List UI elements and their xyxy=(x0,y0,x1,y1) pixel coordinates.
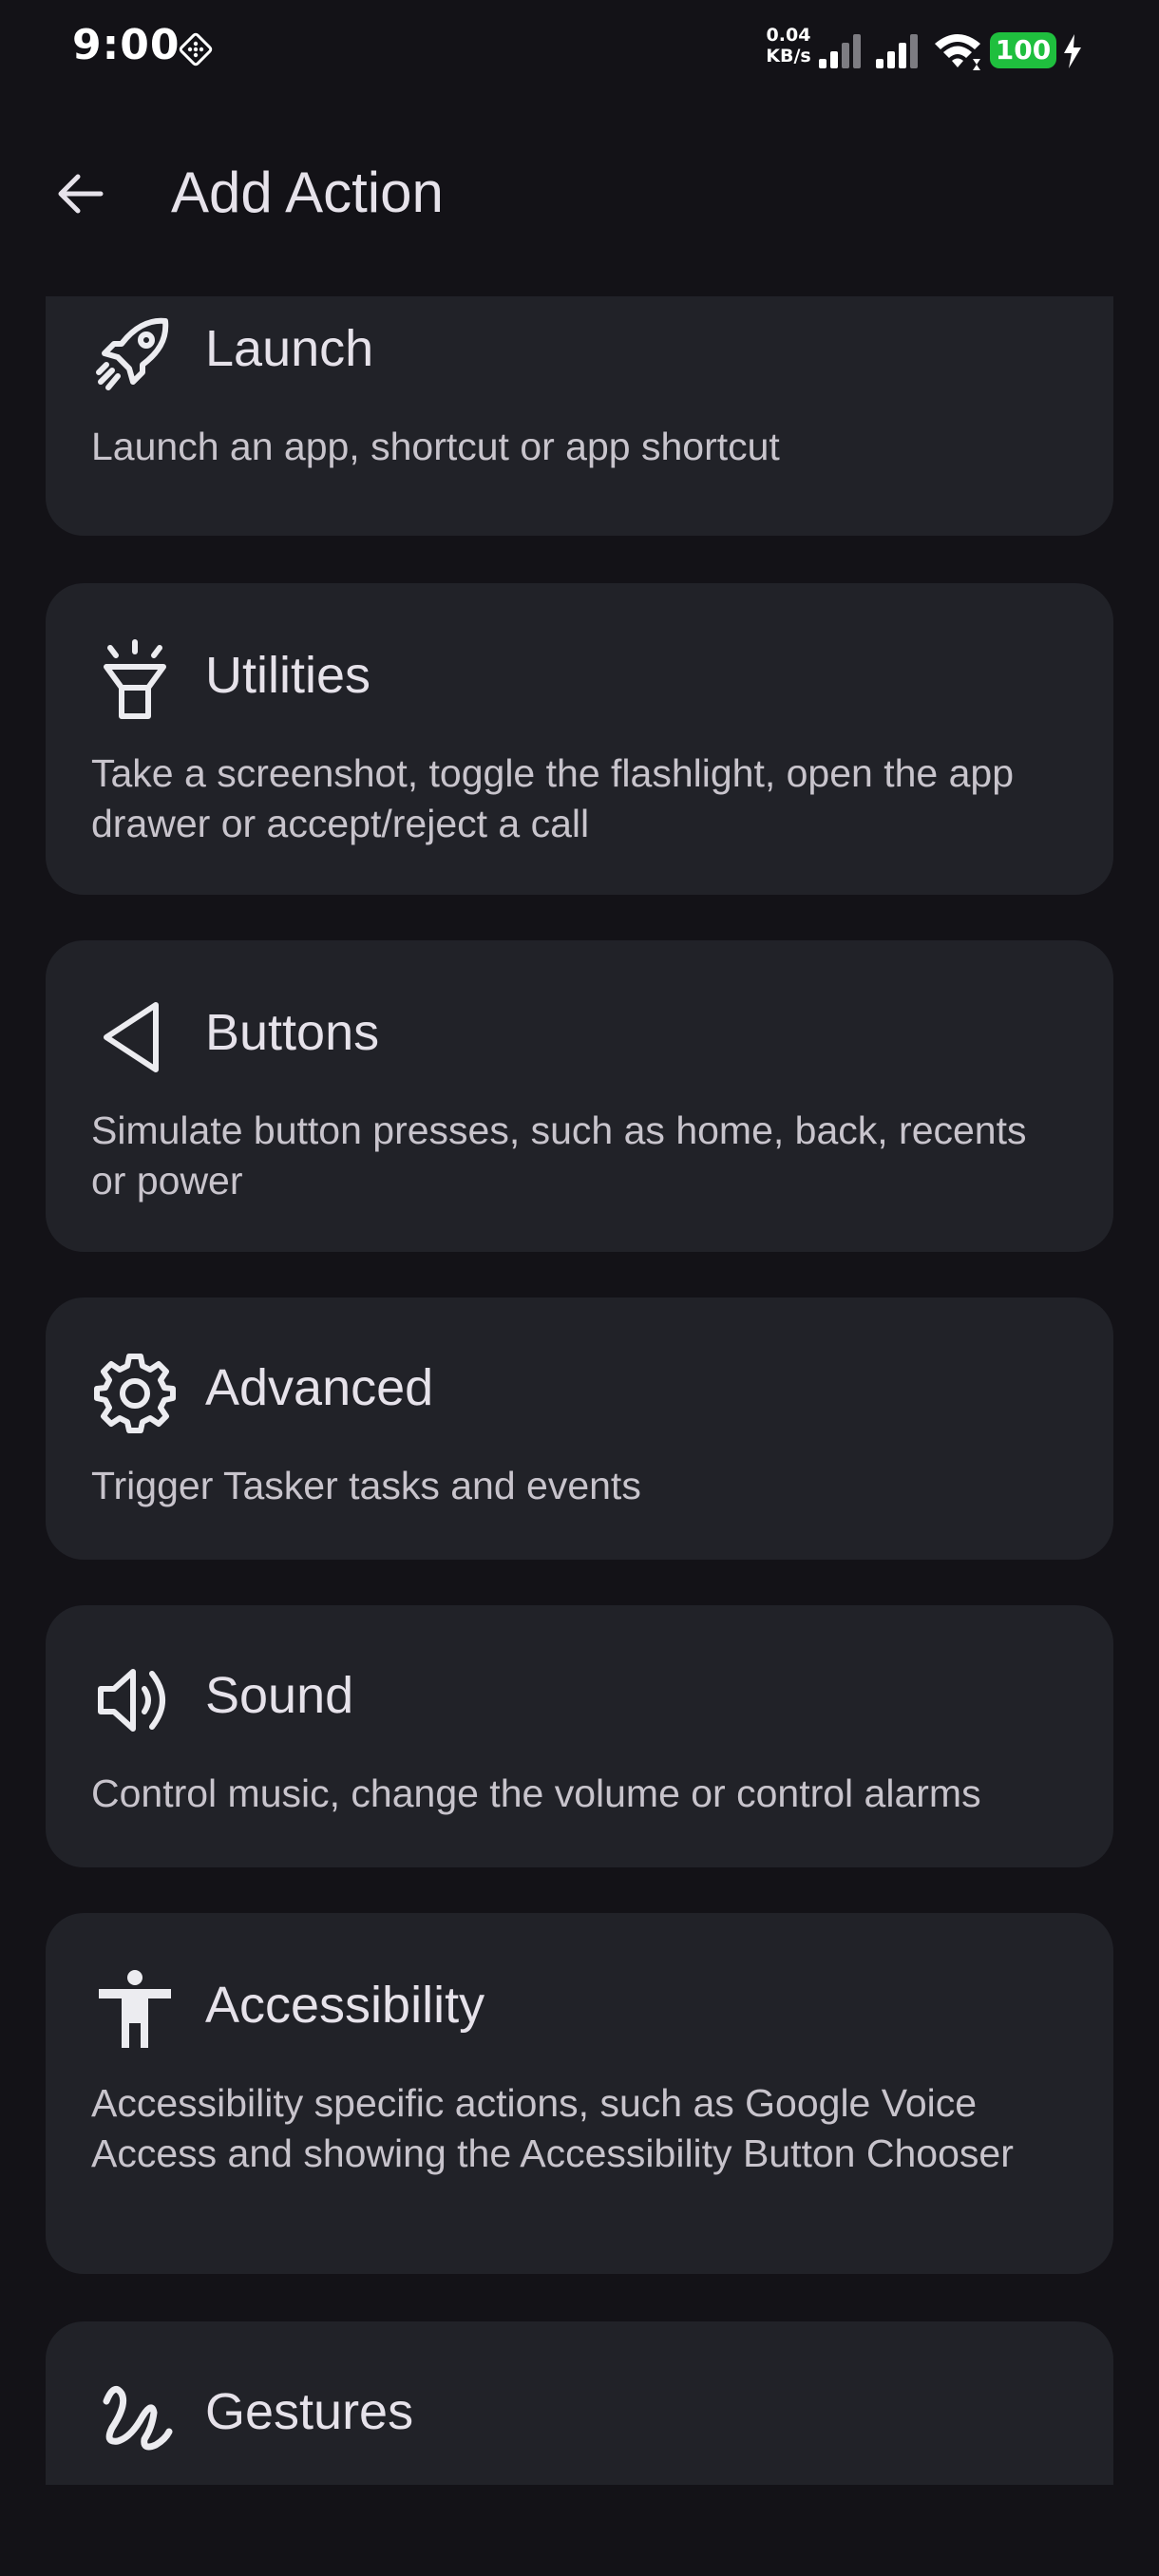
flashlight-icon xyxy=(91,636,179,724)
notification-icon xyxy=(179,32,213,66)
category-title: Sound xyxy=(205,1667,354,1724)
app-bar: Add Action xyxy=(0,133,1159,256)
page-title: Add Action xyxy=(171,161,444,224)
triangle-back-icon xyxy=(91,994,179,1081)
screen: 9:00 0.04 KB/s 100 Add Action Launch Lau… xyxy=(0,0,1159,2576)
network-speed-value: 0.04 xyxy=(766,25,811,46)
status-bar: 9:00 0.04 KB/s 100 xyxy=(0,0,1159,103)
category-card-launch[interactable]: Launch Launch an app, shortcut or app sh… xyxy=(46,296,1113,536)
wifi-icon xyxy=(935,34,980,70)
category-description: Accessibility specific actions, such as … xyxy=(91,2081,1014,2175)
category-title: Launch xyxy=(205,320,374,377)
category-card-buttons[interactable]: Buttons Simulate button presses, such as… xyxy=(46,940,1113,1252)
gesture-icon xyxy=(91,2373,179,2460)
category-title: Advanced xyxy=(205,1359,434,1416)
category-description: Trigger Tasker tasks and events xyxy=(91,1464,641,1507)
status-time: 9:00 xyxy=(72,21,180,69)
category-title: Buttons xyxy=(205,1004,380,1061)
action-category-list[interactable]: Launch Launch an app, shortcut or app sh… xyxy=(0,296,1159,2485)
category-card-accessibility[interactable]: Accessibility Accessibility specific act… xyxy=(46,1913,1113,2274)
charging-icon xyxy=(1064,34,1081,68)
gear-icon xyxy=(91,1349,179,1436)
category-card-utilities[interactable]: Utilities Take a screenshot, toggle the … xyxy=(46,583,1113,895)
signal-icon xyxy=(819,34,861,68)
network-speed-unit: KB/s xyxy=(766,46,811,66)
signal-icon xyxy=(876,34,918,68)
back-button[interactable] xyxy=(38,152,122,236)
category-card-sound[interactable]: Sound Control music, change the volume o… xyxy=(46,1605,1113,1867)
category-card-advanced[interactable]: Advanced Trigger Tasker tasks and events xyxy=(46,1297,1113,1560)
category-title: Gestures xyxy=(205,2383,414,2440)
battery-level: 100 xyxy=(990,32,1056,68)
volume-icon xyxy=(91,1657,179,1744)
category-description: Simulate button presses, such as home, b… xyxy=(91,1108,1027,1203)
network-speed: 0.04 KB/s xyxy=(760,25,817,66)
category-description: Take a screenshot, toggle the flashlight… xyxy=(91,751,1015,845)
category-description: Control music, change the volume or cont… xyxy=(91,1771,981,1815)
category-title: Utilities xyxy=(205,647,371,704)
category-description: Launch an app, shortcut or app shortcut xyxy=(91,425,780,468)
accessibility-icon xyxy=(91,1966,179,2054)
arrow-back-icon xyxy=(58,174,104,214)
category-title: Accessibility xyxy=(205,1977,485,2034)
rocket-icon xyxy=(91,310,179,397)
category-card-gestures[interactable]: Gestures xyxy=(46,2321,1113,2485)
